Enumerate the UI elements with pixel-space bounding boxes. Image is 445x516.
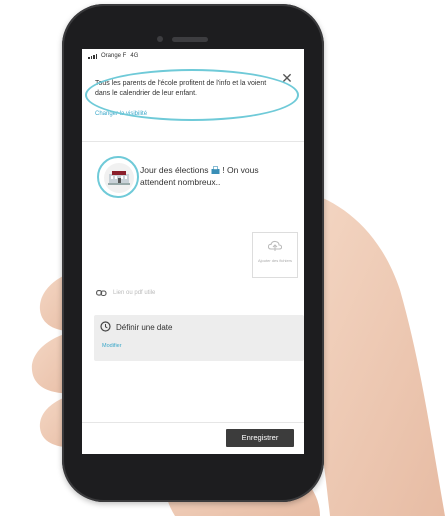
visibility-notice: Tous les parents de l'école profitent de… xyxy=(95,80,267,97)
change-visibility-link[interactable]: Changer la visibilité xyxy=(95,111,147,117)
clock-icon xyxy=(100,321,111,332)
speaker-grille xyxy=(172,37,208,42)
app-screen: Orange F 4G ✕ Tous les parents de l'écol… xyxy=(82,49,304,454)
post-message-part1: Jour des élections xyxy=(140,165,211,175)
status-bar: Orange F 4G xyxy=(88,53,138,59)
add-files-button[interactable]: Ajouter des fichiers xyxy=(252,232,298,278)
upload-icon xyxy=(267,240,283,251)
footer-divider xyxy=(82,422,304,423)
post-message[interactable]: Jour des élections ! On vous attendent n… xyxy=(140,164,290,188)
school-building-icon xyxy=(108,171,130,185)
phone-device: Orange F 4G ✕ Tous les parents de l'écol… xyxy=(62,4,324,502)
attachment-label: Lien ou pdf utile xyxy=(113,290,156,296)
define-date-label: Définir une date xyxy=(116,323,173,332)
modify-date-link[interactable]: Modifier xyxy=(102,343,122,349)
save-button[interactable]: Enregistrer xyxy=(226,429,294,447)
date-section[interactable]: Définir une date Modifier xyxy=(94,315,304,361)
front-camera xyxy=(157,36,163,42)
ballot-box-icon xyxy=(211,166,220,174)
carrier-name: Orange F xyxy=(101,53,127,59)
notice-divider xyxy=(82,141,304,142)
attachment-row[interactable]: Lien ou pdf utile xyxy=(96,289,155,297)
close-icon[interactable]: ✕ xyxy=(280,71,294,85)
school-avatar xyxy=(104,163,134,193)
add-files-label: Ajouter des fichiers xyxy=(257,258,292,263)
signal-icon xyxy=(88,53,97,59)
link-icon xyxy=(96,290,107,297)
network-type: 4G xyxy=(130,53,139,59)
